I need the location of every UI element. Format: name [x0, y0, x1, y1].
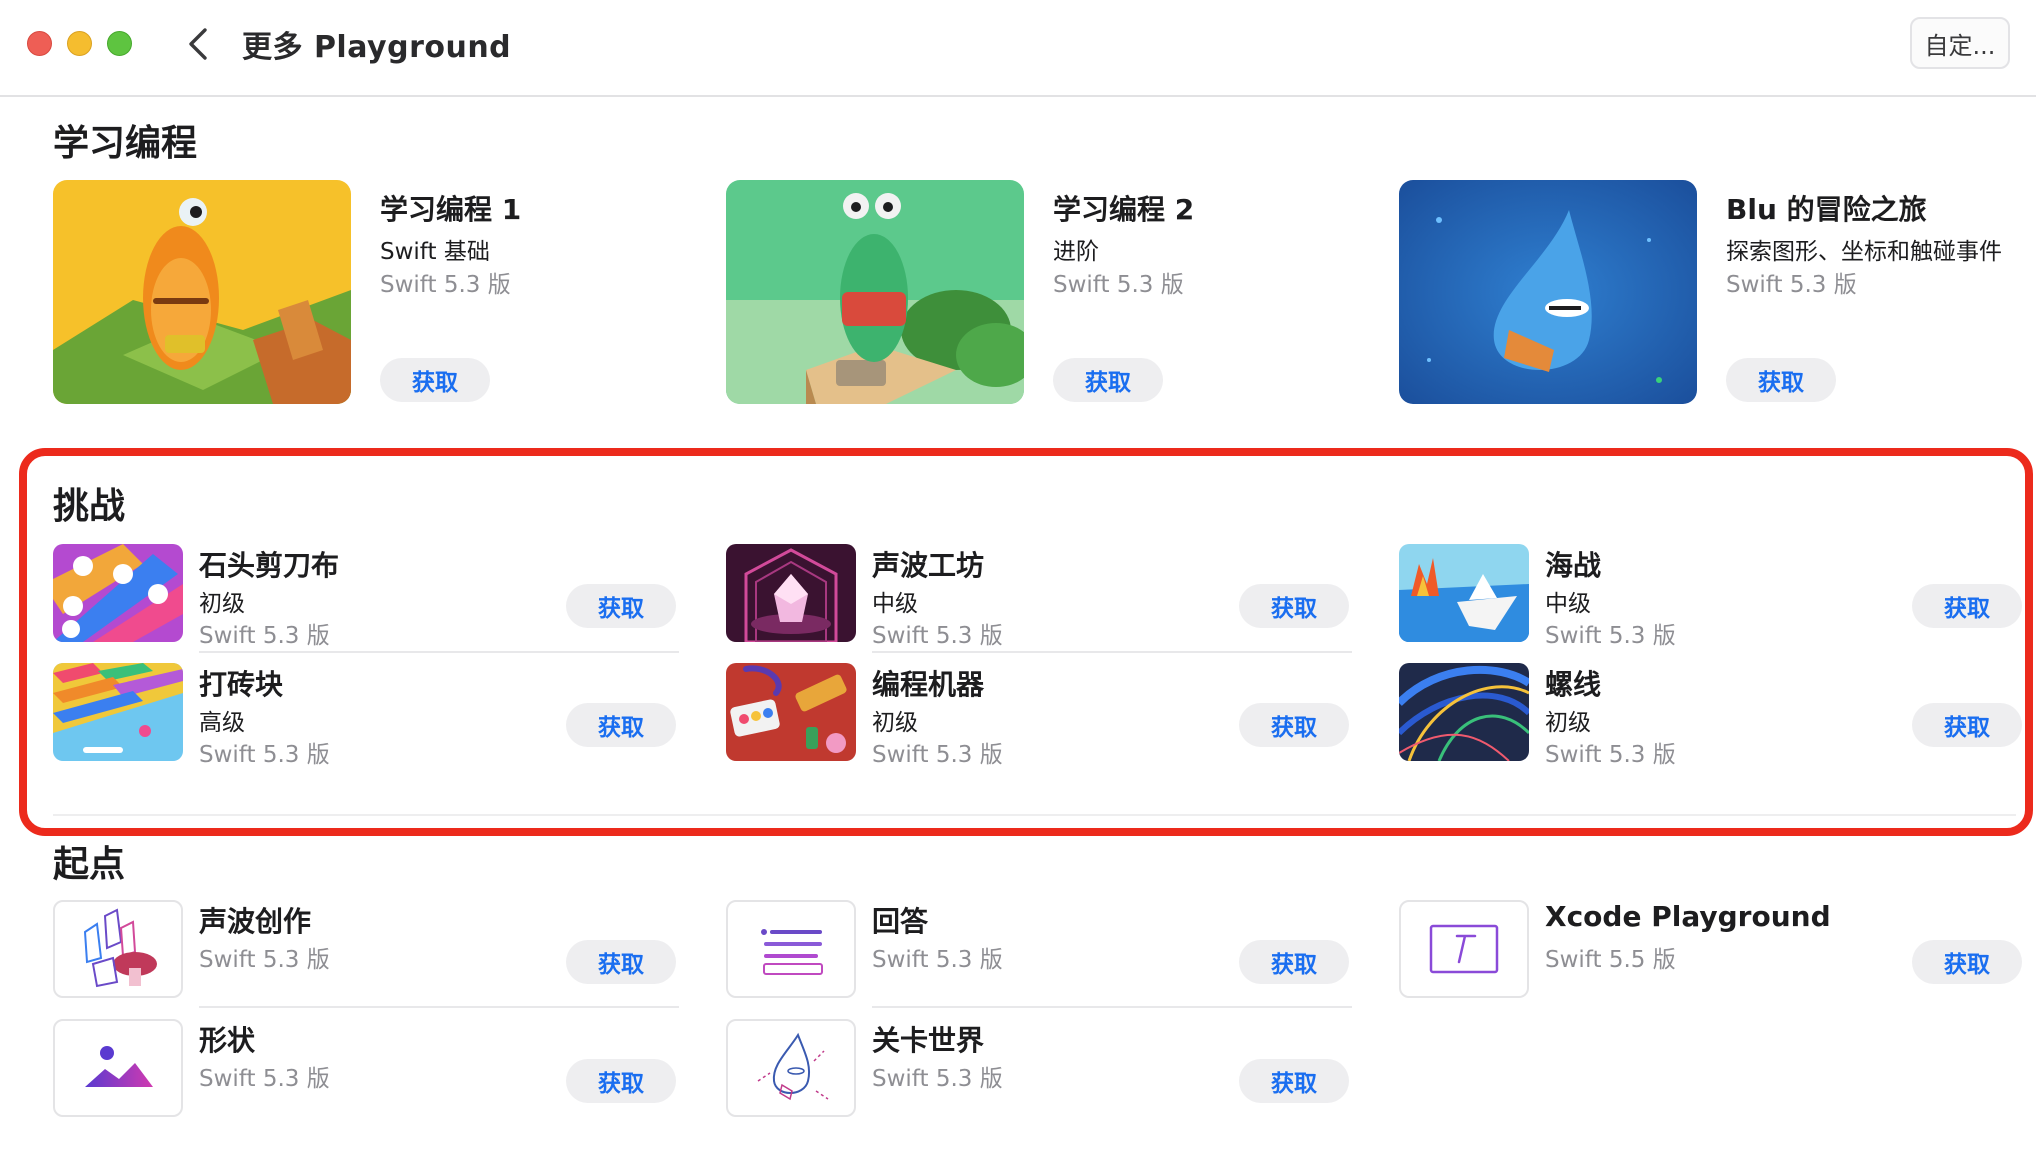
card-subtitle: 探索图形、坐标和触碰事件	[1726, 239, 2002, 265]
item-title: 海战	[1545, 549, 1602, 582]
get-button[interactable]: 获取	[1239, 1059, 1349, 1103]
item-title: 形状	[199, 1024, 256, 1057]
item-title: 声波创作	[199, 905, 312, 938]
item-version: Swift 5.5 版	[1545, 947, 1676, 973]
learn-to-code-1-thumbnail	[53, 180, 351, 404]
card-version: Swift 5.3 版	[380, 272, 511, 298]
item-version: Swift 5.3 版	[872, 1066, 1003, 1092]
section-divider	[53, 814, 2016, 816]
challenge-item[interactable]: 海战 中级 Swift 5.3 版 获取	[1399, 544, 2025, 649]
item-title: 石头剪刀布	[199, 549, 340, 582]
get-button[interactable]: 获取	[1912, 584, 2022, 628]
learn-card-3[interactable]: Blu 的冒险之旅 探索图形、坐标和触碰事件 Swift 5.3 版 获取	[1399, 180, 2036, 404]
coding-machines-thumbnail	[726, 663, 856, 761]
get-button[interactable]: 获取	[380, 358, 490, 402]
divider	[872, 1006, 1352, 1008]
starting-point-item[interactable]: 声波创作 Swift 5.3 版 获取	[53, 900, 679, 998]
item-level: 中级	[1545, 591, 1591, 617]
section-title-learn: 学习编程	[53, 123, 198, 164]
title-bar: 更多 Playground 自定...	[0, 0, 2036, 97]
divider	[199, 651, 679, 653]
divider	[872, 651, 1352, 653]
sonic-create-thumbnail	[53, 900, 183, 998]
get-button[interactable]: 获取	[1239, 703, 1349, 747]
blus-adventure-thumbnail	[1399, 180, 1697, 404]
window-zoom-button[interactable]	[107, 31, 132, 56]
learn-card-2[interactable]: 学习编程 2 进阶 Swift 5.3 版 获取	[726, 180, 1386, 404]
rock-paper-scissors-thumbnail	[53, 544, 183, 642]
card-subtitle: 进阶	[1053, 239, 1099, 265]
answers-thumbnail	[726, 900, 856, 998]
card-title: 学习编程 1	[380, 193, 522, 226]
window-minimize-button[interactable]	[67, 31, 92, 56]
item-title: 螺线	[1545, 668, 1602, 701]
get-button[interactable]: 获取	[1053, 358, 1163, 402]
starting-point-item[interactable]: 回答 Swift 5.3 版 获取	[726, 900, 1352, 998]
item-title: 打砖块	[199, 668, 284, 701]
card-title: Blu 的冒险之旅	[1726, 193, 1927, 226]
challenge-item[interactable]: 声波工坊 中级 Swift 5.3 版 获取	[726, 544, 1352, 649]
window-title: 更多 Playground	[242, 30, 512, 65]
chevron-left-icon	[189, 28, 207, 60]
spirals-thumbnail	[1399, 663, 1529, 761]
customize-button[interactable]: 自定...	[1910, 17, 2010, 69]
card-title: 学习编程 2	[1053, 193, 1195, 226]
get-button[interactable]: 获取	[566, 584, 676, 628]
item-version: Swift 5.3 版	[872, 947, 1003, 973]
learn-to-code-2-thumbnail	[726, 180, 1024, 404]
challenge-item[interactable]: 打砖块 高级 Swift 5.3 版 获取	[53, 663, 679, 768]
item-title: 编程机器	[872, 668, 985, 701]
item-version: Swift 5.3 版	[872, 623, 1003, 649]
window-close-button[interactable]	[27, 31, 52, 56]
item-version: Swift 5.3 版	[199, 742, 330, 768]
get-button[interactable]: 获取	[566, 940, 676, 984]
item-level: 初级	[1545, 710, 1591, 736]
challenge-item[interactable]: 螺线 初级 Swift 5.3 版 获取	[1399, 663, 2025, 768]
item-version: Swift 5.3 版	[1545, 623, 1676, 649]
get-button[interactable]: 获取	[1912, 940, 2022, 984]
back-button[interactable]	[180, 24, 216, 64]
section-title-challenges: 挑战	[53, 486, 126, 527]
world-levels-thumbnail	[726, 1019, 856, 1117]
get-button[interactable]: 获取	[1912, 703, 2022, 747]
item-version: Swift 5.3 版	[199, 947, 330, 973]
get-button[interactable]: 获取	[1726, 358, 1836, 402]
item-title: 声波工坊	[872, 549, 985, 582]
item-level: 中级	[872, 591, 918, 617]
starting-point-item[interactable]: 形状 Swift 5.3 版 获取	[53, 1019, 679, 1117]
get-button[interactable]: 获取	[1239, 940, 1349, 984]
card-version: Swift 5.3 版	[1053, 272, 1184, 298]
item-version: Swift 5.3 版	[199, 623, 330, 649]
item-version: Swift 5.3 版	[872, 742, 1003, 768]
starting-point-item[interactable]: 关卡世界 Swift 5.3 版 获取	[726, 1019, 1352, 1117]
item-level: 初级	[199, 591, 245, 617]
brick-breaker-thumbnail	[53, 663, 183, 761]
card-version: Swift 5.3 版	[1726, 272, 1857, 298]
challenge-item[interactable]: 石头剪刀布 初级 Swift 5.3 版 获取	[53, 544, 679, 649]
card-subtitle: Swift 基础	[380, 239, 490, 265]
section-title-starting-points: 起点	[53, 844, 126, 885]
challenge-item[interactable]: 编程机器 初级 Swift 5.3 版 获取	[726, 663, 1352, 768]
get-button[interactable]: 获取	[1239, 584, 1349, 628]
sonic-workshop-thumbnail	[726, 544, 856, 642]
xcode-playground-thumbnail	[1399, 900, 1529, 998]
get-button[interactable]: 获取	[566, 703, 676, 747]
item-level: 高级	[199, 710, 245, 736]
item-title: Xcode Playground	[1545, 900, 1831, 933]
battleship-thumbnail	[1399, 544, 1529, 642]
item-title: 关卡世界	[872, 1024, 985, 1057]
item-version: Swift 5.3 版	[1545, 742, 1676, 768]
learn-card-1[interactable]: 学习编程 1 Swift 基础 Swift 5.3 版 获取	[53, 180, 713, 404]
item-version: Swift 5.3 版	[199, 1066, 330, 1092]
item-title: 回答	[872, 905, 929, 938]
shapes-thumbnail	[53, 1019, 183, 1117]
item-level: 初级	[872, 710, 918, 736]
divider	[199, 1006, 679, 1008]
starting-point-item[interactable]: Xcode Playground Swift 5.5 版 获取	[1399, 900, 2025, 998]
get-button[interactable]: 获取	[566, 1059, 676, 1103]
